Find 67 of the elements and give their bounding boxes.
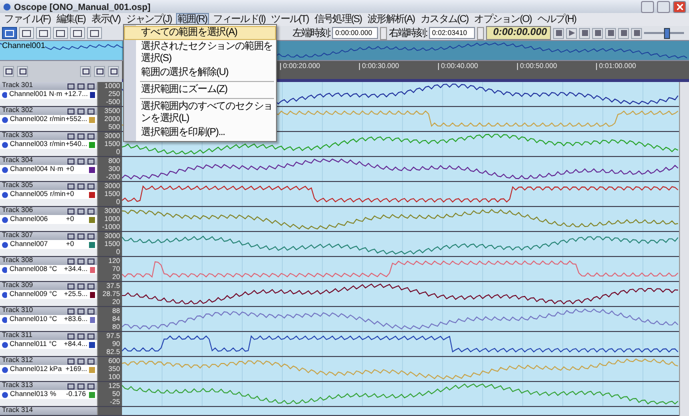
color-swatch[interactable] bbox=[89, 392, 95, 398]
transport-button[interactable] bbox=[566, 28, 577, 38]
slider-thumb[interactable] bbox=[664, 28, 670, 39]
play-icon bbox=[568, 30, 574, 36]
tool-button[interactable] bbox=[87, 27, 102, 39]
menu-option[interactable]: 選択範囲を印刷(P)... bbox=[124, 126, 276, 140]
channel-icon bbox=[2, 292, 8, 298]
color-swatch[interactable] bbox=[90, 92, 95, 98]
left-time-label: 左端時刻: bbox=[292, 26, 330, 40]
menu-option[interactable]: すべての範囲を選択(A) bbox=[124, 26, 276, 40]
minimize-button[interactable] bbox=[641, 0, 654, 12]
channel-icon bbox=[2, 266, 8, 272]
scrollbar[interactable] bbox=[679, 82, 689, 416]
channel-icon bbox=[2, 92, 8, 98]
color-swatch[interactable] bbox=[90, 292, 95, 298]
menu-item[interactable]: フィールド(I) bbox=[210, 12, 268, 26]
tool-button[interactable] bbox=[19, 27, 34, 39]
transport-button[interactable] bbox=[605, 28, 616, 38]
menu-item[interactable]: オプション(O) bbox=[472, 12, 534, 26]
zoom-slider[interactable] bbox=[644, 27, 684, 39]
transport-button[interactable] bbox=[592, 28, 603, 38]
app-icon bbox=[3, 2, 11, 10]
menu-item[interactable]: 表示(V) bbox=[89, 12, 122, 26]
tool-button[interactable] bbox=[53, 27, 68, 39]
color-swatch[interactable] bbox=[89, 216, 95, 222]
spin-buttons[interactable] bbox=[380, 26, 388, 40]
close-button[interactable] bbox=[673, 0, 686, 12]
track-tool-button[interactable] bbox=[3, 66, 14, 77]
color-swatch[interactable] bbox=[89, 166, 95, 172]
color-swatch[interactable] bbox=[90, 266, 95, 272]
track-tool-button[interactable] bbox=[94, 66, 105, 77]
menu-item[interactable]: ツール(T) bbox=[269, 12, 311, 26]
spin-buttons[interactable] bbox=[477, 26, 484, 40]
tool-button[interactable] bbox=[36, 27, 51, 39]
color-swatch[interactable] bbox=[90, 316, 95, 322]
menu-item[interactable]: 波形解析(A) bbox=[366, 12, 417, 26]
stop-icon bbox=[594, 30, 600, 36]
color-swatch[interactable] bbox=[89, 116, 95, 122]
color-swatch[interactable] bbox=[89, 192, 95, 198]
right-time-label: 右端時刻: bbox=[389, 26, 427, 40]
menu-item[interactable]: 編集(E) bbox=[54, 12, 88, 26]
track-tool-button[interactable] bbox=[108, 66, 119, 77]
menu-option[interactable]: 選択範囲にズーム(Z) bbox=[124, 83, 276, 97]
track-tool-button[interactable] bbox=[80, 66, 91, 77]
color-swatch[interactable] bbox=[89, 366, 95, 372]
restore-button[interactable] bbox=[657, 0, 670, 12]
menu-option[interactable]: 範囲の選択を解除(U) bbox=[124, 66, 276, 80]
color-swatch[interactable] bbox=[89, 342, 95, 348]
window-title: Oscope [ONO_Manual_001.osp] bbox=[14, 2, 152, 12]
transport-button[interactable] bbox=[553, 28, 564, 38]
channel-icon bbox=[2, 316, 8, 322]
menu-item[interactable]: ファイル(F) bbox=[2, 12, 52, 26]
transport-button[interactable] bbox=[579, 28, 590, 38]
color-swatch[interactable] bbox=[89, 242, 95, 248]
tool-button[interactable] bbox=[70, 27, 85, 39]
color-swatch[interactable] bbox=[89, 142, 95, 148]
menu-item[interactable]: ヘルプ(H) bbox=[535, 12, 578, 26]
menu-item[interactable]: カスタム(C) bbox=[418, 12, 470, 26]
menu-item[interactable]: ジャンプ(J) bbox=[124, 12, 174, 26]
menu-option[interactable]: 選択範囲内のすべてのセクションを選択(L) bbox=[124, 100, 276, 126]
menu-item[interactable]: 信号処理(S) bbox=[312, 12, 364, 26]
tool-button[interactable] bbox=[2, 27, 17, 39]
time-display: 0:00:00.000 bbox=[486, 26, 551, 40]
track-tool-button[interactable] bbox=[17, 66, 28, 77]
overview-label: Channel001 bbox=[2, 41, 46, 50]
transport-button[interactable] bbox=[618, 28, 629, 38]
transport-button[interactable] bbox=[631, 28, 642, 38]
